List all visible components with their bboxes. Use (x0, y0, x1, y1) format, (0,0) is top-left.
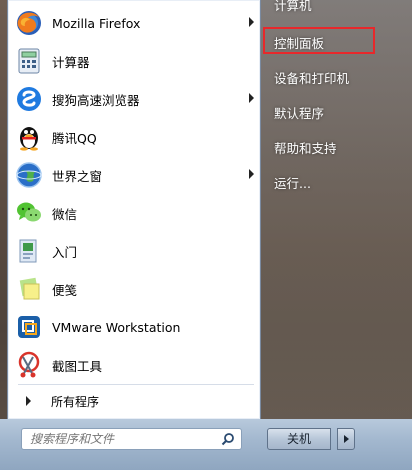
program-calculator[interactable]: 计算器 (14, 43, 258, 79)
search-icon[interactable] (221, 432, 235, 446)
program-theworld[interactable]: 世界之窗 (14, 157, 258, 193)
shutdown-button[interactable]: 关机 (267, 428, 331, 450)
program-label: 便笺 (52, 282, 78, 298)
program-label: 搜狗高速浏览器 (52, 92, 140, 108)
firefox-icon (14, 8, 44, 38)
program-qq[interactable]: 腾讯QQ (14, 119, 258, 155)
program-sticky-notes[interactable]: 便笺 (14, 271, 258, 307)
right-item-computer[interactable]: 计算机 (274, 0, 312, 14)
sticky-notes-icon (14, 274, 44, 304)
program-label: 微信 (52, 206, 78, 222)
snipping-tool-icon (14, 350, 44, 380)
program-snipping-tool[interactable]: 截图工具 (14, 347, 258, 383)
program-label: 腾讯QQ (52, 130, 97, 146)
calculator-icon (14, 46, 44, 76)
program-sogou-browser[interactable]: 搜狗高速浏览器 (14, 81, 258, 117)
search-box[interactable] (21, 428, 242, 450)
right-item-default-programs[interactable]: 默认程序 (274, 103, 324, 122)
triangle-right-icon (26, 396, 31, 406)
highlight-box (263, 27, 375, 54)
program-vmware[interactable]: VMware Workstation (14, 309, 258, 345)
program-label: Mozilla Firefox (52, 15, 141, 31)
qq-penguin-icon (14, 122, 44, 152)
submenu-arrow-icon[interactable] (249, 17, 254, 27)
search-input[interactable] (22, 429, 215, 449)
shutdown-options-arrow-icon[interactable] (337, 428, 355, 450)
sogou-browser-icon (14, 84, 44, 114)
wechat-icon (14, 198, 44, 228)
program-label: 截图工具 (52, 358, 103, 374)
divider (18, 384, 254, 385)
program-label: 入门 (52, 244, 78, 260)
submenu-arrow-icon[interactable] (249, 93, 254, 103)
vmware-icon (14, 312, 44, 342)
programs-pane: Mozilla Firefox 计算器 搜狗高速浏览器 腾讯QQ 世界之窗 微信… (7, 0, 261, 420)
right-item-help-support[interactable]: 帮助和支持 (274, 138, 337, 157)
start-menu: Mozilla Firefox 计算器 搜狗高速浏览器 腾讯QQ 世界之窗 微信… (0, 0, 412, 470)
getting-started-icon (14, 236, 44, 266)
program-wechat[interactable]: 微信 (14, 195, 258, 231)
program-label: 计算器 (52, 54, 90, 70)
program-label: VMware Workstation (52, 319, 181, 335)
program-getting-started[interactable]: 入门 (14, 233, 258, 269)
program-label: 世界之窗 (52, 168, 103, 184)
theworld-browser-icon (14, 160, 44, 190)
right-pane (259, 0, 412, 419)
program-firefox[interactable]: Mozilla Firefox (14, 5, 258, 41)
all-programs-label: 所有程序 (51, 394, 100, 409)
all-programs-button[interactable]: 所有程序 (18, 390, 254, 412)
submenu-arrow-icon[interactable] (249, 169, 254, 179)
right-item-run[interactable]: 运行... (274, 173, 311, 192)
right-item-devices-printers[interactable]: 设备和打印机 (274, 68, 349, 87)
